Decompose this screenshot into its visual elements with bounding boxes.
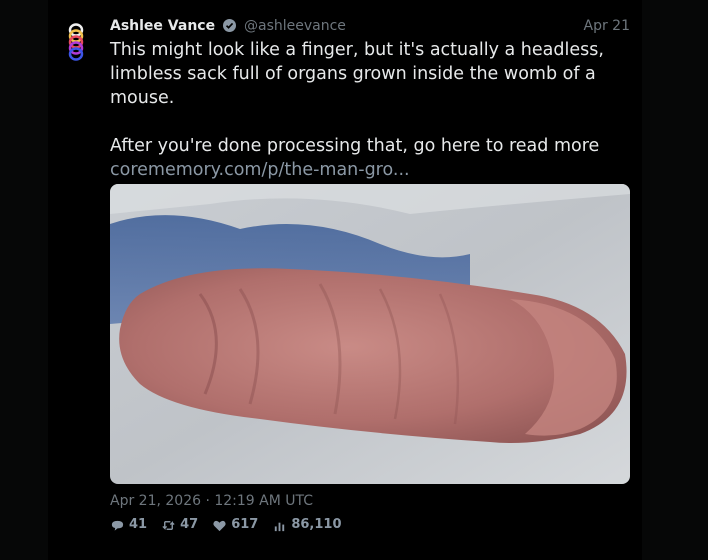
reply-icon <box>111 520 124 531</box>
like-count: 617 <box>231 517 259 532</box>
reply-count: 41 <box>129 517 148 532</box>
author-name[interactable]: Ashlee Vance <box>110 18 215 34</box>
tweet-header: Ashlee Vance @ashleevance Apr 21 <box>110 16 630 36</box>
heart-icon <box>213 520 226 531</box>
verified-badge-icon <box>222 19 236 32</box>
reply-stat[interactable]: 41 <box>110 515 147 535</box>
tweet-text: This might look like a finger, but it's … <box>110 38 630 182</box>
retweet-count: 47 <box>180 517 199 532</box>
tweet-link[interactable]: corememory.com/p/the-man-gro... <box>110 160 410 180</box>
author-handle[interactable]: @ashleevance <box>244 18 346 34</box>
views-stat[interactable]: 86,110 <box>272 515 342 535</box>
tweet-date[interactable]: Apr 21 <box>584 16 630 36</box>
bar-chart-icon <box>275 522 285 531</box>
avatar[interactable] <box>66 22 86 64</box>
tweet-body: This might look like a finger, but it's … <box>110 40 604 156</box>
retweet-icon <box>162 520 175 530</box>
tweet-image[interactable] <box>110 184 630 484</box>
like-stat[interactable]: 617 <box>212 515 258 535</box>
views-count: 86,110 <box>291 517 342 532</box>
tweet-timestamp[interactable]: Apr 21, 2026 · 12:19 AM UTC <box>110 491 313 511</box>
tweet-stats: 41 47 617 86,110 <box>110 515 342 535</box>
retweet-stat[interactable]: 47 <box>161 515 198 535</box>
